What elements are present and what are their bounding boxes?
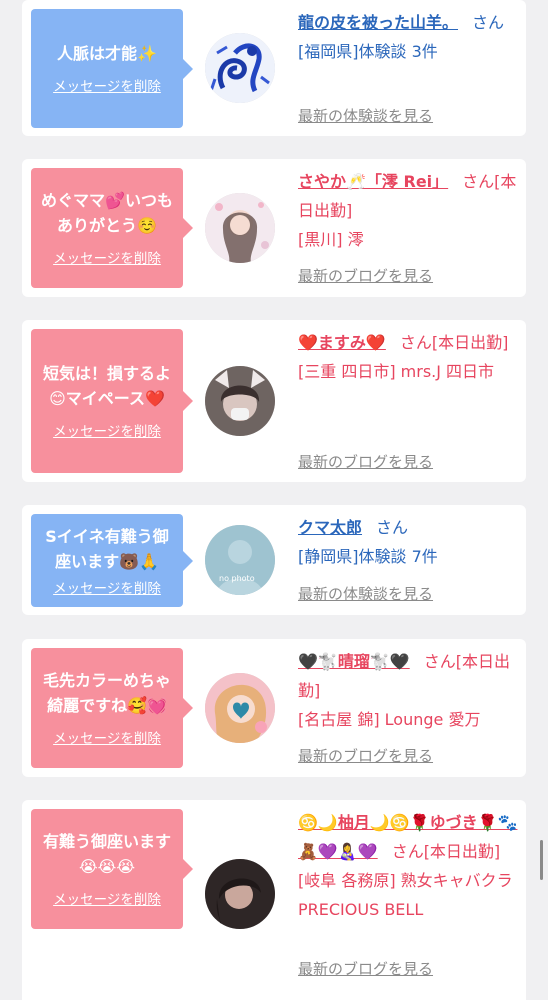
sender-name[interactable]: ❤️ますみ❤️: [298, 333, 386, 352]
no-photo-avatar-image: no photo: [205, 525, 275, 595]
message-bubble: 人脈は才能✨ メッセージを削除: [31, 9, 193, 128]
sender-detail: [岐阜 各務原] 熟女キャバクラ PRECIOUS BELL: [298, 871, 513, 919]
sender-detail: [三重 四日市] mrs.J 四日市: [298, 362, 495, 381]
avatar[interactable]: [205, 366, 275, 436]
message-card: 毛先カラーめちゃ綺麗ですね🥰💓 メッセージを削除 🖤🐩晴瑠🐩🖤 さん[本日出勤] …: [22, 639, 526, 777]
honorific: さん[本日出勤]: [391, 842, 501, 861]
sender-name[interactable]: 龍の皮を被った山羊。: [298, 13, 458, 32]
message-bubble: 短気は！損するよ😊マイペース❤️ メッセージを削除: [31, 329, 193, 473]
dragon-avatar-image: [205, 33, 275, 103]
avatar[interactable]: [205, 193, 275, 263]
honorific: さん: [376, 518, 409, 537]
message-text: 有難う御座います😭😭😭: [42, 832, 171, 876]
latest-review-link[interactable]: 最新の体験談を見る: [298, 583, 433, 604]
latest-blog-link[interactable]: 最新のブログを見る: [298, 958, 433, 979]
latest-review-link[interactable]: 最新の体験談を見る: [298, 105, 433, 126]
message-bubble: Sイイネ有難う御座います🐻🙏 メッセージを削除: [31, 514, 193, 607]
sender-detail: [名古屋 錦] Lounge 愛万: [298, 710, 481, 729]
sender-info: クマ太郎 さん [静岡県]体験談 7件: [298, 513, 520, 571]
message-bubble: 毛先カラーめちゃ綺麗ですね🥰💓 メッセージを削除: [31, 648, 193, 768]
portrait-avatar-image: [205, 673, 275, 743]
sender-info: ❤️ますみ❤️ さん[本日出勤] [三重 四日市] mrs.J 四日市: [298, 328, 520, 386]
sender-name[interactable]: クマ太郎: [298, 518, 362, 537]
message-card: 短気は！損するよ😊マイペース❤️ メッセージを削除 ❤️ますみ❤️ さん[本日出勤…: [22, 320, 526, 482]
avatar[interactable]: [205, 859, 275, 929]
message-text: 毛先カラーめちゃ綺麗ですね🥰💓: [42, 671, 171, 715]
honorific: さん: [472, 13, 505, 32]
scrollbar[interactable]: [540, 840, 543, 880]
delete-message-link[interactable]: メッセージを削除: [53, 423, 161, 441]
delete-message-link[interactable]: メッセージを削除: [53, 730, 161, 748]
no-photo-text: no photo: [219, 574, 255, 583]
message-text: Sイイネ有難う御座います🐻🙏: [45, 526, 169, 571]
latest-blog-link[interactable]: 最新のブログを見る: [298, 265, 433, 286]
message-bubble: 有難う御座います😭😭😭 メッセージを削除: [31, 809, 193, 929]
delete-message-link[interactable]: メッセージを削除: [53, 250, 161, 268]
delete-message-link[interactable]: メッセージを削除: [53, 580, 161, 598]
message-text: 人脈は才能✨: [57, 44, 157, 63]
sender-info: さやか🥂「澪 Rei」 さん[本日出勤] [黒川] 澪: [298, 167, 520, 254]
message-text: めぐママ💕いつもありがとう☺️: [41, 191, 173, 235]
sender-info: 🖤🐩晴瑠🐩🖤 さん[本日出勤] [名古屋 錦] Lounge 愛万: [298, 647, 520, 734]
message-text: 短気は！損するよ😊マイペース❤️: [42, 364, 171, 408]
sender-detail: [静岡県]体験談 7件: [298, 547, 438, 566]
latest-blog-link[interactable]: 最新のブログを見る: [298, 451, 433, 472]
avatar[interactable]: no photo: [205, 525, 275, 595]
portrait-avatar-image: [205, 366, 275, 436]
message-card: めぐママ💕いつもありがとう☺️ メッセージを削除 さやか🥂「澪 Rei」 さん[本…: [22, 159, 526, 297]
sender-info: 龍の皮を被った山羊。 さん [福岡県]体験談 3件: [298, 8, 520, 66]
delete-message-link[interactable]: メッセージを削除: [53, 891, 161, 909]
portrait-avatar-image: [205, 193, 275, 263]
message-card: 人脈は才能✨ メッセージを削除 龍の皮を被った山羊。 さん [福岡県]体験談 3件…: [22, 0, 526, 136]
sender-info: ♋️🌙柚月🌙♋️🌹ゆづき🌹🐾🧸💜👩‍🍼💜 さん[本日出勤] [岐阜 各務原] 熟女…: [298, 808, 520, 924]
message-card: 有難う御座います😭😭😭 メッセージを削除 ♋️🌙柚月🌙♋️🌹ゆづき🌹🐾🧸💜👩‍🍼…: [22, 800, 526, 1000]
honorific: さん[本日出勤]: [399, 333, 509, 352]
avatar[interactable]: [205, 673, 275, 743]
message-card: Sイイネ有難う御座います🐻🙏 メッセージを削除 no photo クマ太郎 さん …: [22, 505, 526, 615]
latest-blog-link[interactable]: 最新のブログを見る: [298, 745, 433, 766]
sender-name[interactable]: 🖤🐩晴瑠🐩🖤: [298, 652, 410, 671]
delete-message-link[interactable]: メッセージを削除: [53, 78, 161, 96]
message-bubble: めぐママ💕いつもありがとう☺️ メッセージを削除: [31, 168, 193, 288]
avatar[interactable]: [205, 33, 275, 103]
sender-name[interactable]: さやか🥂「澪 Rei」: [298, 172, 448, 191]
sender-detail: [黒川] 澪: [298, 230, 364, 249]
portrait-avatar-image: [205, 859, 275, 929]
sender-detail: [福岡県]体験談 3件: [298, 42, 438, 61]
